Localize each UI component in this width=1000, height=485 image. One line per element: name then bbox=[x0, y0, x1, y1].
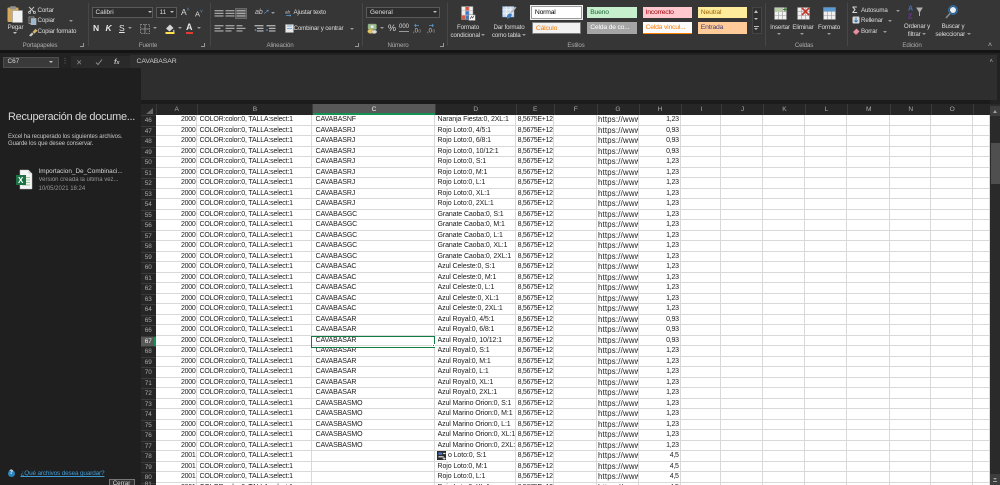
svg-text:0: 0 bbox=[419, 28, 422, 33]
svg-text:Z: Z bbox=[908, 14, 913, 21]
svg-text:X: X bbox=[18, 176, 24, 185]
svg-text:ab: ab bbox=[285, 9, 291, 14]
svg-text:0: 0 bbox=[432, 28, 435, 33]
svg-text:A: A bbox=[908, 6, 913, 13]
